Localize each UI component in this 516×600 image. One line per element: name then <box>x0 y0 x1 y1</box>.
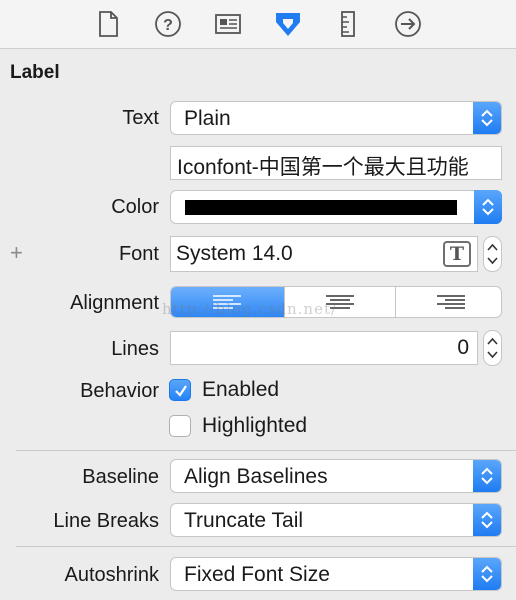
behavior-label: Behavior <box>80 380 159 402</box>
text-label: Text <box>122 107 159 129</box>
popup-arrows-icon <box>473 102 501 134</box>
text-content-value: Iconfont-中国第一个最大且功能 <box>177 156 469 179</box>
help-icon[interactable]: ? <box>153 9 183 39</box>
inspector-toolbar: ? <box>0 0 516 49</box>
align-right-segment[interactable] <box>395 287 501 317</box>
watermark-text: http://blog.csdn.net/ <box>162 300 338 318</box>
text-type-popup[interactable]: Plain <box>170 101 502 135</box>
font-label: Font <box>118 243 159 265</box>
autoshrink-value: Fixed Font Size <box>184 563 330 586</box>
add-variation-icon[interactable]: + <box>10 240 23 266</box>
baseline-label: Baseline <box>82 466 159 488</box>
color-arrows-icon[interactable] <box>474 190 502 224</box>
enabled-checkbox-label: Enabled <box>202 378 280 401</box>
autoshrink-label: Autoshrink <box>64 564 160 586</box>
popup-arrows-icon <box>473 558 501 590</box>
alignment-label: Alignment <box>70 292 159 314</box>
connections-arrow-icon[interactable] <box>393 9 423 39</box>
font-field[interactable]: System 14.0 T <box>170 236 478 272</box>
color-swatch <box>185 200 457 215</box>
line-breaks-value: Truncate Tail <box>184 509 304 532</box>
baseline-value: Align Baselines <box>184 465 328 488</box>
file-icon[interactable] <box>93 9 123 39</box>
font-value: System 14.0 <box>176 242 293 265</box>
color-label: Color <box>111 196 159 218</box>
enabled-checkbox[interactable] <box>169 379 191 401</box>
lines-value: 0 <box>457 336 469 359</box>
lines-stepper[interactable] <box>483 330 502 366</box>
identity-icon[interactable] <box>213 9 243 39</box>
color-well[interactable] <box>170 190 502 224</box>
attributes-icon[interactable] <box>273 9 303 39</box>
highlighted-checkbox-label: Highlighted <box>202 414 308 437</box>
baseline-popup[interactable]: Align Baselines <box>170 459 502 493</box>
text-content-field[interactable]: Iconfont-中国第一个最大且功能 <box>170 146 502 180</box>
line-breaks-popup[interactable]: Truncate Tail <box>170 503 502 537</box>
section-divider <box>16 450 516 451</box>
size-ruler-icon[interactable] <box>333 9 363 39</box>
svg-text:?: ? <box>163 17 173 34</box>
section-title: Label <box>10 62 60 83</box>
autoshrink-popup[interactable]: Fixed Font Size <box>170 557 502 591</box>
line-breaks-label: Line Breaks <box>53 510 159 532</box>
text-type-value: Plain <box>184 107 231 130</box>
align-right-icon <box>437 295 465 309</box>
checkmark-icon <box>175 385 187 397</box>
highlighted-checkbox[interactable] <box>169 415 191 437</box>
lines-field[interactable]: 0 <box>170 331 478 365</box>
font-size-stepper[interactable] <box>483 236 502 272</box>
font-picker-icon[interactable]: T <box>443 241 471 267</box>
section-divider <box>16 546 516 547</box>
lines-label: Lines <box>111 338 159 360</box>
popup-arrows-icon <box>473 460 501 492</box>
popup-arrows-icon <box>473 504 501 536</box>
